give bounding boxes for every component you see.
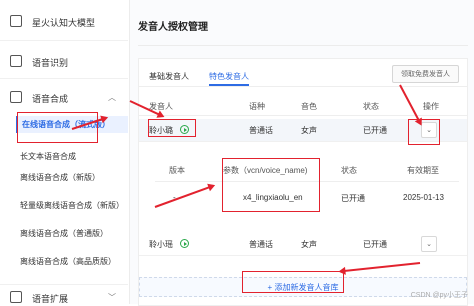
page-title: 发音人授权管理 <box>138 22 208 33</box>
extension-icon <box>10 291 22 303</box>
expiry-value: 2025-01-13 <box>403 193 444 202</box>
sidebar-divider <box>0 284 128 285</box>
sidebar-item-label: 星火认知大模型 <box>32 18 96 28</box>
sidebar-item-label: 语音扩展 <box>32 294 69 304</box>
sidebar-item-label: 语音合成 <box>32 94 69 104</box>
spark-icon <box>10 15 22 27</box>
watermark: CSDN @py小王子 <box>410 292 468 299</box>
sidebar-item-speech-extension[interactable]: 语音扩展 ﹀ <box>0 290 128 304</box>
expand-button[interactable]: ⌄ <box>421 236 437 252</box>
status-badge: 已开通 <box>363 240 387 249</box>
sidebar-subitem-offline-tts-hq[interactable]: 离线语音合成（高品质版） <box>20 256 128 267</box>
table-row: 聆小瑶 普通话 女声 已开通 ⌄ <box>139 233 467 256</box>
table-header: 发音人 语种 音色 状态 操作 <box>139 97 467 116</box>
claim-free-voice-button[interactable]: 领取免费发音人 <box>392 65 459 83</box>
microphone-icon <box>10 55 22 67</box>
sidebar-divider <box>0 40 128 41</box>
voice-tone: 女声 <box>301 240 317 249</box>
sidebar-item-spark-model[interactable]: 星火认知大模型 <box>0 12 128 30</box>
sidebar-subitem-offline-tts-standard[interactable]: 离线语音合成（普通版） <box>20 228 128 239</box>
sidebar-subitem-lite-offline-tts-new[interactable]: 轻量级离线语音合成（新版） <box>20 200 128 211</box>
col-language: 语种 <box>249 102 265 111</box>
sidebar-item-label: 语音识别 <box>32 58 69 68</box>
col-tone: 音色 <box>301 102 317 111</box>
sub-status-value: 已开通 <box>341 194 365 203</box>
sidebar-subitem-offline-tts-new[interactable]: 离线语音合成（新版） <box>20 172 128 183</box>
annotation-box-add <box>242 271 344 293</box>
chevron-up-icon: ︿ <box>108 93 116 102</box>
voice-name: 聆小瑶 <box>149 240 173 249</box>
annotation-box-voice <box>148 119 196 137</box>
status-badge: 已开通 <box>363 126 387 135</box>
annotation-box-sidebar <box>17 112 98 143</box>
sidebar-subitem-long-text-tts[interactable]: 长文本语音合成 <box>20 151 128 162</box>
main-panel: 发音人授权管理 基础发音人 特色发音人 领取免费发音人 发音人 语种 音色 状态… <box>130 0 474 306</box>
voice-language: 普通话 <box>249 126 273 135</box>
tab-basic-voices[interactable]: 基础发音人 <box>149 71 189 82</box>
sub-col-status: 状态 <box>341 166 357 175</box>
voice-language: 普通话 <box>249 240 273 249</box>
tabs-divider <box>139 86 467 87</box>
tab-featured-voices[interactable]: 特色发音人 <box>209 71 249 82</box>
title-divider <box>138 45 468 46</box>
play-icon[interactable] <box>180 239 189 248</box>
sub-col-expiry: 有效期至 <box>407 166 439 175</box>
voice-tone: 女声 <box>301 126 317 135</box>
col-action: 操作 <box>423 102 439 111</box>
sub-col-version: 版本 <box>169 166 185 175</box>
sidebar-item-speech-recognition[interactable]: 语音识别 <box>0 52 128 70</box>
chevron-down-icon: ﹀ <box>108 293 116 302</box>
sidebar: 星火认知大模型 语音识别 语音合成 ︿ 在线语音合成（流式版） 长文本语音合成 … <box>0 0 130 304</box>
sidebar-divider <box>0 78 128 79</box>
col-status: 状态 <box>363 102 379 111</box>
speaker-icon <box>10 91 22 103</box>
sidebar-item-speech-synthesis[interactable]: 语音合成 ︿ <box>0 88 128 106</box>
annotation-box-vcn <box>222 158 320 212</box>
